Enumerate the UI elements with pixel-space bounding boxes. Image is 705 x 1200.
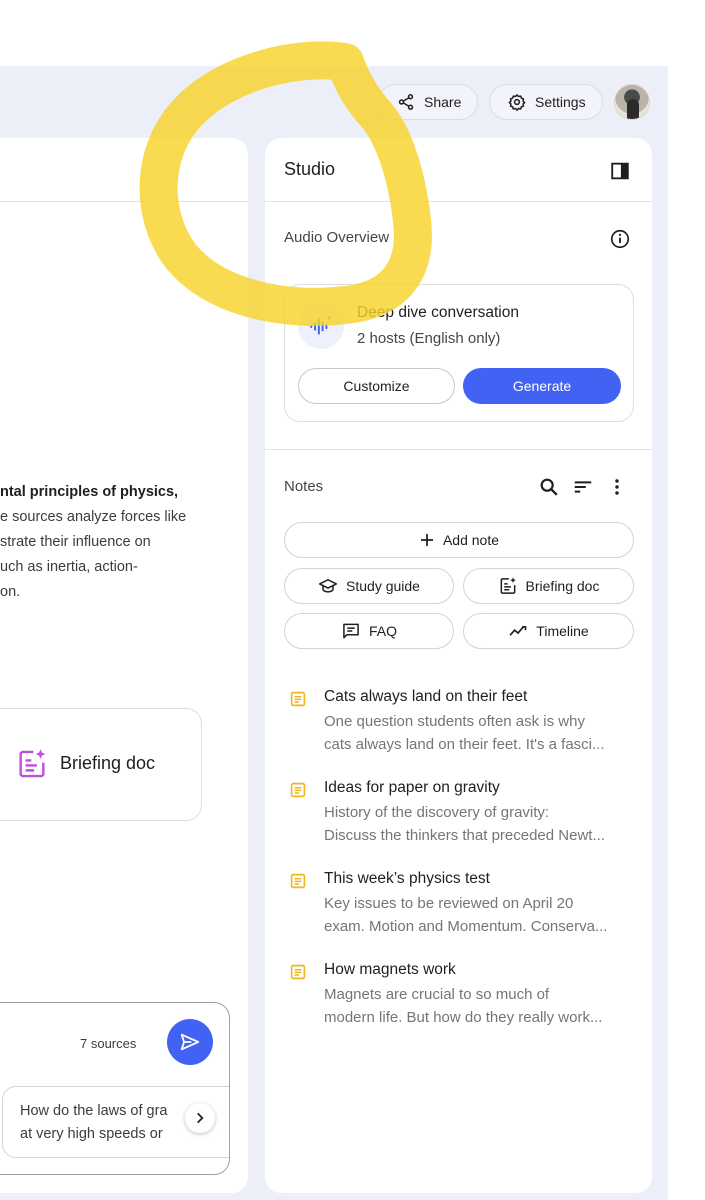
share-icon: [398, 94, 414, 110]
studio-panel: Studio Audio Overview Deep dive conversa…: [265, 138, 652, 1193]
note-title: Ideas for paper on gravity: [324, 779, 500, 796]
sort-icon[interactable]: [572, 476, 594, 498]
briefing-doc-label: Briefing doc: [60, 753, 156, 773]
note-preview: Key issues to be reviewed on April 20 ex…: [324, 892, 634, 938]
note-preview: Magnets are crucial to so much of modern…: [324, 983, 634, 1029]
send-icon: [180, 1033, 200, 1051]
note-preview: One question students often ask is why c…: [324, 710, 634, 756]
send-button[interactable]: [167, 1019, 213, 1065]
summary-line: on.: [0, 584, 21, 600]
settings-label: Settings: [535, 94, 586, 110]
note-icon: [290, 873, 306, 889]
briefing-doc-button[interactable]: Briefing doc: [463, 568, 634, 604]
note-preview-line: History of the discovery of gravity:: [324, 804, 550, 821]
audio-item-subtitle: 2 hosts (English only): [357, 330, 501, 347]
note-preview-line: Magnets are crucial to so much of: [324, 986, 550, 1003]
more-vert-icon[interactable]: [606, 476, 628, 498]
briefing-doc-label: Briefing doc: [525, 578, 600, 594]
study-guide-button[interactable]: Study guide: [284, 568, 454, 604]
summary-line: ntal principles of physics,: [0, 484, 179, 500]
search-icon[interactable]: [538, 476, 560, 498]
audio-wave-icon: [298, 303, 344, 349]
collapse-panel-icon[interactable]: [609, 160, 631, 182]
add-note-label: Add note: [442, 532, 500, 548]
sparkle-doc-icon: [500, 577, 516, 594]
note-icon: [290, 964, 306, 980]
chevron-right-icon: [197, 1112, 204, 1124]
share-label: Share: [424, 94, 462, 110]
note-icon: [290, 782, 306, 798]
summary-line: uch as inertia, action-: [0, 559, 138, 575]
note-preview-line: Key issues to be reviewed on April 20: [324, 895, 574, 912]
faq-button[interactable]: FAQ: [284, 613, 454, 649]
summary-line: e sources analyze forces like: [0, 509, 187, 525]
studio-divider: [265, 201, 652, 202]
note-preview-line: modern life. But how do they really work…: [324, 1009, 603, 1026]
chat-panel: ntal principles of physics, e sources an…: [0, 138, 248, 1193]
info-icon[interactable]: [609, 228, 631, 250]
chat-header-divider: [0, 201, 248, 202]
plus-icon: [420, 534, 433, 546]
faq-label: FAQ: [368, 623, 397, 639]
note-title: How magnets work: [324, 961, 456, 978]
source-summary: ntal principles of physics, e sources an…: [0, 480, 240, 605]
customize-button[interactable]: Customize: [298, 368, 455, 404]
share-button[interactable]: Share: [378, 84, 479, 120]
notes-title: Notes: [284, 478, 324, 495]
note-preview-line: Discuss the thinkers that preceded Newt.…: [324, 827, 605, 844]
gear-icon: [508, 94, 526, 111]
studio-divider: [265, 449, 652, 450]
note-title: Cats always land on their feet: [324, 688, 528, 705]
note-preview-line: One question students often ask is why: [324, 713, 585, 730]
sparkle-doc-icon: [19, 749, 46, 778]
note-preview-line: exam. Motion and Momentum. Conserva...: [324, 918, 608, 935]
avatar[interactable]: [614, 84, 650, 120]
studio-title: Studio: [284, 159, 336, 179]
note-title: This week’s physics test: [324, 870, 490, 887]
note-preview: History of the discovery of gravity: Dis…: [324, 801, 634, 847]
generate-button[interactable]: Generate: [463, 368, 621, 404]
notes-toolbar: [538, 476, 628, 498]
summary-line: strate their influence on: [0, 534, 151, 550]
chat-composer[interactable]: 7 sources How do the laws of gra at very…: [0, 1002, 230, 1175]
audio-overview-title: Audio Overview: [284, 229, 390, 246]
sources-count: 7 sources: [80, 1036, 137, 1051]
study-guide-label: Study guide: [346, 578, 420, 594]
audio-overview-card: Deep dive conversation 2 hosts (English …: [284, 284, 634, 422]
suggestion-next-button[interactable]: [185, 1103, 215, 1133]
timeline-button[interactable]: Timeline: [463, 613, 634, 649]
briefing-doc-card[interactable]: Briefing doc: [0, 708, 202, 821]
note-preview-line: cats always land on their feet. It's a f…: [324, 736, 605, 753]
note-icon: [290, 691, 306, 707]
faq-icon: [343, 623, 359, 639]
timeline-icon: [509, 626, 527, 636]
settings-button[interactable]: Settings: [489, 84, 603, 120]
audio-item-name: Deep dive conversation: [357, 304, 519, 321]
add-note-button[interactable]: Add note: [284, 522, 634, 558]
graduation-cap-icon: [318, 579, 338, 593]
timeline-label: Timeline: [536, 623, 589, 639]
